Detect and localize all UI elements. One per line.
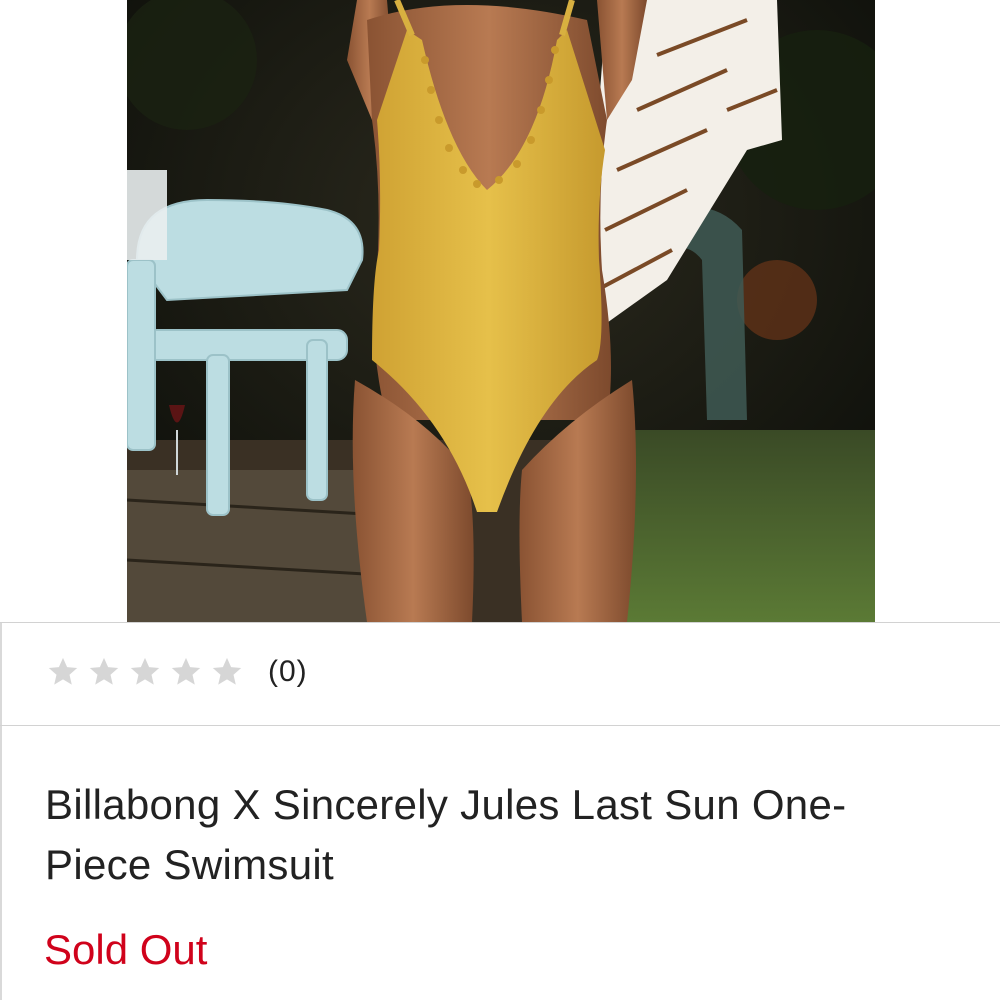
product-image-area [0,0,1000,622]
star-icon [124,651,165,692]
star-rating [42,651,247,692]
rating-count[interactable]: (0) [268,655,308,689]
product-title: Billabong X Sincerely Jules Last Sun One… [45,781,847,888]
product-photo[interactable] [127,0,875,622]
availability-status: Sold Out [44,926,208,973]
divider-bottom [0,725,1000,726]
rating-row[interactable]: (0) [0,623,1000,726]
star-icon [206,651,247,692]
star-icon [42,651,83,692]
star-icon [165,651,206,692]
star-icon [83,651,124,692]
